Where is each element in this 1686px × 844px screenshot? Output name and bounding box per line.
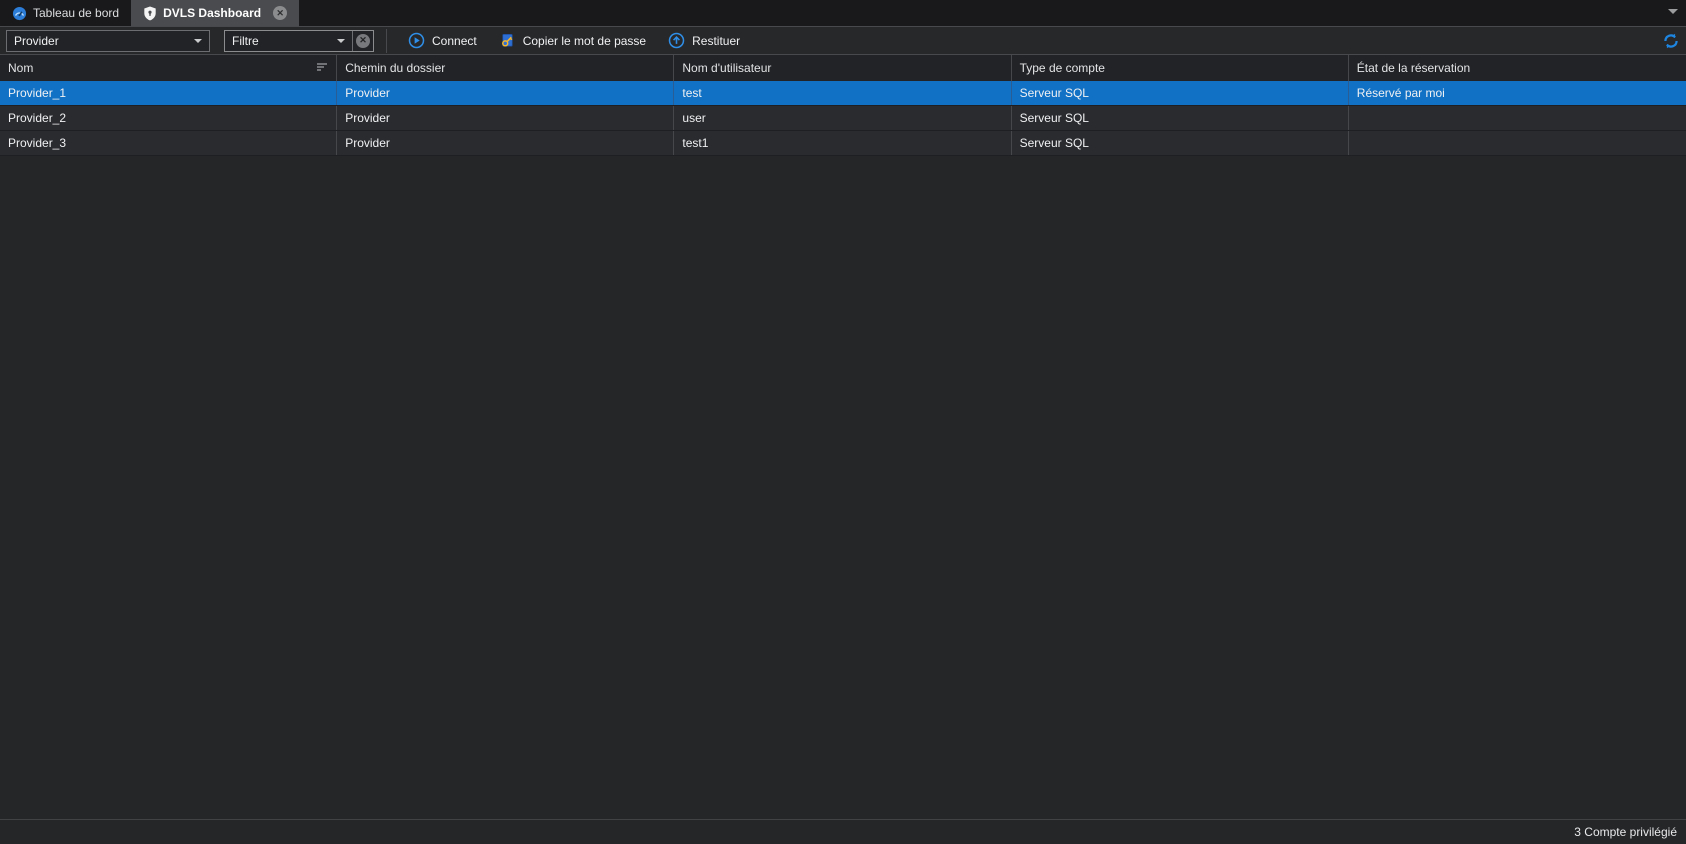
cell-chemin: Provider: [337, 81, 674, 105]
privileged-account-count: 3 Compte privilégié: [1574, 825, 1677, 839]
cell-type: Serveur SQL: [1012, 106, 1349, 130]
chevron-down-icon: [337, 39, 345, 43]
column-header-etat[interactable]: État de la réservation: [1349, 55, 1686, 81]
chevron-down-icon[interactable]: [1668, 9, 1678, 14]
provider-dropdown[interactable]: Provider: [6, 30, 210, 52]
cell-chemin: Provider: [337, 131, 674, 155]
cell-chemin: Provider: [337, 106, 674, 130]
filter-combobox[interactable]: Filtre ✕: [224, 30, 374, 52]
filter-input-value: Filtre: [225, 34, 330, 48]
provider-dropdown-value: Provider: [7, 34, 187, 48]
toolbar: Provider Filtre ✕ Connect: [0, 26, 1686, 55]
chevron-down-icon: [194, 39, 202, 43]
table-header: Nom Chemin du dossier Nom d'utilisateur …: [0, 55, 1686, 81]
tab-tableau-de-bord[interactable]: Tableau de bord: [0, 0, 131, 26]
tab-label: Tableau de bord: [33, 6, 119, 20]
cell-type: Serveur SQL: [1012, 131, 1349, 155]
close-icon[interactable]: ✕: [273, 6, 287, 20]
cell-etat: [1349, 131, 1686, 155]
checkin-label: Restituer: [692, 34, 740, 48]
connect-play-icon: [408, 32, 425, 49]
cell-utilisateur: test1: [674, 131, 1011, 155]
status-bar: 3 Compte privilégié: [0, 819, 1686, 844]
table-empty-area: [0, 156, 1686, 819]
cell-utilisateur: user: [674, 106, 1011, 130]
copy-password-button[interactable]: Copier le mot de passe: [488, 27, 657, 54]
dashboard-icon: [12, 6, 27, 21]
accounts-table: Nom Chemin du dossier Nom d'utilisateur …: [0, 55, 1686, 819]
cell-etat: [1349, 106, 1686, 130]
sort-ascending-icon: [317, 61, 328, 75]
table-row[interactable]: Provider_2ProvideruserServeur SQL: [0, 106, 1686, 131]
column-header-utilisateur[interactable]: Nom d'utilisateur: [674, 55, 1011, 81]
cell-nom: Provider_1: [0, 81, 337, 105]
checkin-arrow-icon: [668, 32, 685, 49]
column-header-nom[interactable]: Nom: [0, 55, 337, 81]
shield-icon: [143, 6, 157, 21]
connect-button[interactable]: Connect: [397, 27, 488, 54]
column-header-type[interactable]: Type de compte: [1012, 55, 1349, 81]
column-header-chemin[interactable]: Chemin du dossier: [337, 55, 674, 81]
clear-icon[interactable]: ✕: [356, 34, 370, 48]
cell-etat: Réservé par moi: [1349, 81, 1686, 105]
cell-type: Serveur SQL: [1012, 81, 1349, 105]
checkin-button[interactable]: Restituer: [657, 27, 751, 54]
tab-dvls-dashboard[interactable]: DVLS Dashboard ✕: [131, 0, 299, 26]
cell-utilisateur: test: [674, 81, 1011, 105]
cell-nom: Provider_2: [0, 106, 337, 130]
refresh-icon[interactable]: [1662, 32, 1680, 50]
connect-label: Connect: [432, 34, 477, 48]
tab-bar: Tableau de bord DVLS Dashboard ✕: [0, 0, 1686, 26]
table-rows: Provider_1ProvidertestServeur SQLRéservé…: [0, 81, 1686, 156]
tab-label: DVLS Dashboard: [163, 6, 261, 20]
table-row[interactable]: Provider_3Providertest1Serveur SQL: [0, 131, 1686, 156]
copy-password-label: Copier le mot de passe: [523, 34, 646, 48]
copy-password-key-icon: [499, 32, 516, 49]
cell-nom: Provider_3: [0, 131, 337, 155]
toolbar-separator: [386, 29, 387, 53]
table-row[interactable]: Provider_1ProvidertestServeur SQLRéservé…: [0, 81, 1686, 106]
filter-clear-cell: ✕: [352, 31, 373, 51]
